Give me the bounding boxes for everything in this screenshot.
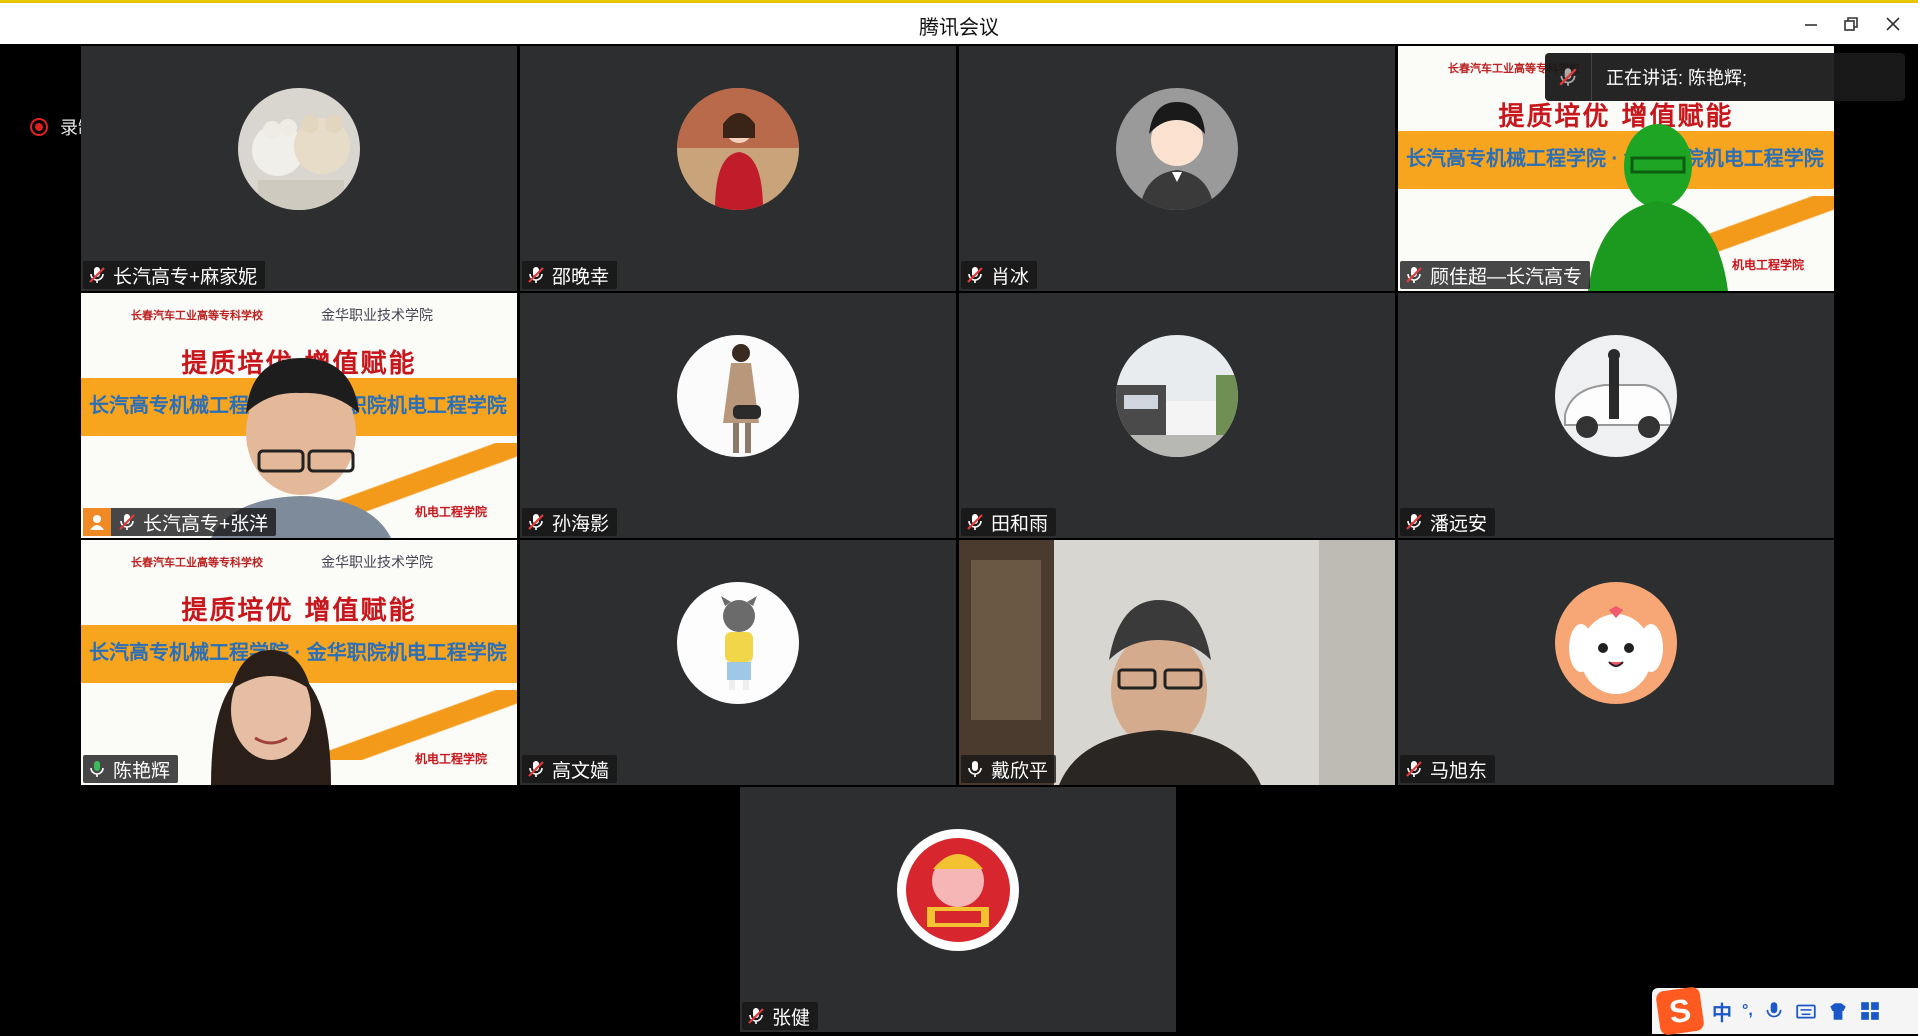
avatar bbox=[238, 88, 360, 210]
video-feed: 长春汽车工业高等专科学校 金华职业技术学院 提质培优 增值赋能 长汽高专机械工程… bbox=[81, 540, 517, 785]
voice-input-icon[interactable] bbox=[1763, 1000, 1785, 1022]
participant-name: 陈艳辉 bbox=[113, 760, 171, 782]
slide-headline: 提质培优 增值赋能 bbox=[181, 596, 417, 626]
video-feed bbox=[959, 540, 1395, 785]
slide-school-left: 长春汽车工业高等专科学校 bbox=[131, 310, 263, 322]
mic-muted-icon bbox=[528, 267, 544, 283]
mic-muted-icon bbox=[967, 267, 983, 283]
participant-name-tag: 潘远安 bbox=[1400, 508, 1496, 536]
close-button[interactable] bbox=[1878, 9, 1908, 39]
mic-muted-icon bbox=[1406, 267, 1422, 283]
mic-muted-icon[interactable] bbox=[1545, 53, 1592, 101]
participant-name-tag: 马旭东 bbox=[1400, 755, 1496, 783]
person-video bbox=[1588, 124, 1728, 291]
participant-name-tag: 高文嫱 bbox=[522, 755, 618, 783]
participant-name: 高文嫱 bbox=[552, 760, 610, 782]
mic-muted-icon bbox=[528, 761, 544, 777]
slide-footer: 机电工程学院 bbox=[414, 505, 487, 519]
minimize-button[interactable] bbox=[1796, 9, 1826, 39]
participant-tile[interactable]: 孙海影 bbox=[520, 293, 956, 538]
participant-name-tag: 张健 bbox=[742, 1002, 819, 1030]
record-icon bbox=[30, 118, 48, 136]
mic-muted-icon bbox=[1406, 514, 1422, 530]
toolbox-icon[interactable] bbox=[1859, 1000, 1881, 1022]
participant-tile[interactable]: 马旭东 bbox=[1398, 540, 1834, 785]
participant-tile[interactable]: 长汽高专+麻家妮 bbox=[81, 46, 517, 291]
ime-lang-toggle[interactable]: 中 bbox=[1712, 997, 1732, 1026]
avatar bbox=[897, 829, 1019, 951]
participant-tile[interactable]: 邵晚幸 bbox=[520, 46, 956, 291]
skin-icon[interactable] bbox=[1827, 1000, 1849, 1022]
participant-name: 张健 bbox=[772, 1007, 811, 1029]
speaking-label: 正在讲话: 陈艳辉; bbox=[1606, 68, 1748, 88]
participant-name-tag: 陈艳辉 bbox=[83, 755, 179, 783]
participant-name-tag: 戴欣平 bbox=[961, 755, 1057, 783]
video-feed: 长春汽车工业高等专科学校 金华职业技术学院 提质培优 增值赋能 长汽高专机械工程… bbox=[81, 293, 517, 538]
avatar bbox=[677, 582, 799, 704]
participant-name-tag: 田和雨 bbox=[961, 508, 1057, 536]
mic-on-icon bbox=[968, 761, 982, 777]
mic-muted-icon bbox=[89, 267, 105, 283]
mic-muted-icon bbox=[748, 1008, 764, 1024]
participant-name: 孙海影 bbox=[552, 513, 610, 535]
meeting-stage: 录制中 长汽高专+麻家妮 邵晚幸 肖冰 长春汽车工业高等专科学校 bbox=[0, 44, 1918, 1036]
participant-name-tag: 肖冰 bbox=[961, 261, 1038, 289]
title-bar: 腾讯会议 bbox=[0, 0, 1918, 44]
ime-punct-toggle[interactable]: °, bbox=[1742, 1002, 1753, 1020]
ime-toolbar[interactable]: S 中 °, bbox=[1652, 986, 1918, 1036]
participant-name: 田和雨 bbox=[991, 513, 1049, 535]
mic-muted-icon bbox=[1406, 761, 1422, 777]
slide-footer: 机电工程学院 bbox=[1731, 258, 1804, 272]
slide-school-right: 金华职业技术学院 bbox=[321, 555, 433, 571]
avatar bbox=[677, 335, 799, 457]
window-title: 腾讯会议 bbox=[919, 17, 999, 39]
participant-tile[interactable]: 肖冰 bbox=[959, 46, 1395, 291]
avatar bbox=[1116, 88, 1238, 210]
slide-footer: 机电工程学院 bbox=[414, 752, 487, 766]
keyboard-icon[interactable] bbox=[1795, 1000, 1817, 1022]
mic-muted-icon bbox=[528, 514, 544, 530]
participant-tile[interactable]: 长春汽车工业高等专科学校 金华职业技术学院 提质培优 增值赋能 长汽高专机械工程… bbox=[81, 293, 517, 538]
avatar bbox=[1555, 335, 1677, 457]
avatar bbox=[677, 88, 799, 210]
mic-muted-icon bbox=[119, 514, 135, 530]
participant-name: 顾佳超—长汽高专 bbox=[1430, 266, 1583, 288]
participant-name-tag: 长汽高专+麻家妮 bbox=[83, 261, 266, 289]
participant-name: 长汽高专+张洋 bbox=[143, 513, 269, 535]
slide-school-right: 金华职业技术学院 bbox=[321, 308, 433, 324]
participant-name-tag: 长汽高专+张洋 bbox=[83, 508, 277, 536]
avatar bbox=[1555, 582, 1677, 704]
mic-muted-icon bbox=[967, 514, 983, 530]
avatar bbox=[1116, 335, 1238, 457]
host-badge-icon bbox=[83, 508, 111, 536]
participant-name: 戴欣平 bbox=[991, 760, 1049, 782]
participant-tile[interactable]: 高文嫱 bbox=[520, 540, 956, 785]
minimize-icon bbox=[1805, 24, 1817, 26]
participant-name: 长汽高专+麻家妮 bbox=[113, 266, 258, 288]
participant-tile-speaking[interactable]: 长春汽车工业高等专科学校 金华职业技术学院 提质培优 增值赋能 长汽高专机械工程… bbox=[81, 540, 517, 785]
restore-button[interactable] bbox=[1836, 9, 1866, 39]
participant-name: 肖冰 bbox=[991, 266, 1030, 288]
slide-school-left: 长春汽车工业高等专科学校 bbox=[131, 557, 263, 569]
mic-active-icon bbox=[90, 761, 104, 777]
participant-name: 马旭东 bbox=[1430, 760, 1488, 782]
participant-name-tag: 孙海影 bbox=[522, 508, 618, 536]
participant-tile[interactable]: 戴欣平 bbox=[959, 540, 1395, 785]
close-icon bbox=[1886, 17, 1900, 31]
restore-icon bbox=[1844, 17, 1858, 31]
participant-name: 邵晚幸 bbox=[552, 266, 610, 288]
participant-name-tag: 顾佳超—长汽高专 bbox=[1400, 261, 1591, 289]
participant-tile[interactable]: 张健 bbox=[740, 787, 1176, 1032]
participant-name: 潘远安 bbox=[1430, 513, 1488, 535]
speaking-banner: 正在讲话: 陈艳辉; bbox=[1545, 53, 1905, 101]
person-video bbox=[211, 650, 331, 785]
sogou-logo-icon[interactable]: S bbox=[1655, 986, 1705, 1036]
participant-tile[interactable]: 潘远安 bbox=[1398, 293, 1834, 538]
participant-name-tag: 邵晚幸 bbox=[522, 261, 618, 289]
participant-tile[interactable]: 田和雨 bbox=[959, 293, 1395, 538]
